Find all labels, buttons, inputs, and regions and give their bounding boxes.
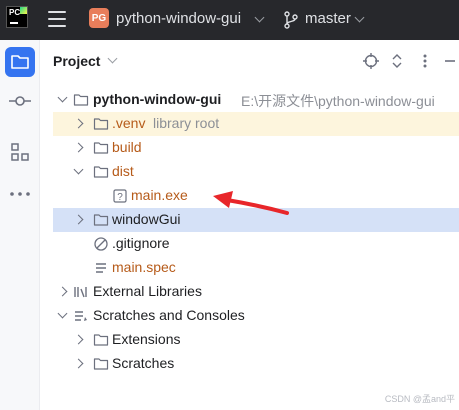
svg-text:?: ? xyxy=(117,192,123,203)
tree-item-external-libraries[interactable]: External Libraries xyxy=(53,280,459,304)
tree-item-scratches[interactable]: Scratches xyxy=(53,352,459,376)
red-arrow-annotation-icon xyxy=(213,191,289,215)
expand-arrow-icon[interactable] xyxy=(73,334,84,345)
tree-item-label: main.spec xyxy=(112,259,176,275)
folder-icon xyxy=(93,214,109,226)
folder-icon xyxy=(93,118,109,130)
more-icon[interactable] xyxy=(8,190,32,198)
project-tool-button[interactable] xyxy=(5,47,35,77)
tree-item-main-spec[interactable]: main.spec xyxy=(53,256,459,280)
tree-item-label: .gitignore xyxy=(112,235,170,251)
tree-item-venv[interactable]: .venv library root xyxy=(53,112,459,136)
hide-icon[interactable] xyxy=(442,53,458,69)
project-selector[interactable]: python-window-gui xyxy=(116,10,241,27)
expand-arrow-icon[interactable] xyxy=(73,118,84,129)
tree-item-label: windowGui xyxy=(112,211,181,227)
tree-item-label: External Libraries xyxy=(93,283,202,299)
tool-window-strip xyxy=(0,40,40,410)
folder-icon xyxy=(93,142,109,154)
tree-item-label: Scratches xyxy=(112,355,175,371)
expand-arrow-icon[interactable] xyxy=(73,358,84,369)
tree-item-extensions[interactable]: Extensions xyxy=(53,328,459,352)
tree-item-path: E:\开源文件\python-window-gui xyxy=(241,93,435,109)
folder-icon xyxy=(93,166,109,178)
tree-item-gitignore[interactable]: .gitignore xyxy=(53,232,459,256)
commit-icon[interactable] xyxy=(9,90,31,112)
folder-icon xyxy=(73,94,89,106)
title-bar: PC PG python-window-gui master xyxy=(0,0,459,40)
expand-arrow-icon[interactable] xyxy=(57,308,68,319)
branch-selector[interactable]: master xyxy=(305,10,351,27)
tree-item-label: Extensions xyxy=(112,331,181,347)
ignore-file-icon xyxy=(94,237,108,251)
chevron-down-icon[interactable] xyxy=(354,12,365,23)
project-view-title[interactable]: Project xyxy=(53,53,100,69)
git-branch-icon[interactable] xyxy=(283,11,299,29)
expand-arrow-icon[interactable] xyxy=(73,142,84,153)
tree-item-label: main.exe xyxy=(131,187,188,203)
scratches-icon xyxy=(75,311,87,321)
tree-item-label: python-window-gui xyxy=(93,91,222,107)
tree-item-label: build xyxy=(112,139,142,155)
tree-item-scratches-consoles[interactable]: Scratches and Consoles xyxy=(53,304,459,328)
project-badge[interactable]: PG xyxy=(89,8,109,28)
unknown-file-icon: ? xyxy=(113,189,127,203)
main-menu-icon[interactable] xyxy=(48,11,66,27)
chevron-down-icon[interactable] xyxy=(254,12,265,23)
chevron-down-icon[interactable] xyxy=(107,53,118,64)
locate-icon[interactable] xyxy=(363,53,379,69)
expand-collapse-icon[interactable] xyxy=(389,53,405,69)
library-icon xyxy=(74,287,87,298)
tree-item-label: .venv xyxy=(112,115,146,131)
tree-item-dist[interactable]: dist xyxy=(53,160,459,184)
expand-arrow-icon[interactable] xyxy=(73,164,84,175)
tree-item-label: dist xyxy=(112,163,134,179)
tree-item-label: Scratches and Consoles xyxy=(93,307,245,323)
options-icon[interactable] xyxy=(417,53,433,69)
expand-arrow-icon[interactable] xyxy=(57,92,68,103)
folder-icon xyxy=(11,55,29,69)
tree-item-build[interactable]: build xyxy=(53,136,459,160)
text-file-icon xyxy=(96,263,106,273)
folder-icon xyxy=(93,334,109,346)
structure-icon[interactable] xyxy=(10,142,30,162)
tree-item-hint: library root xyxy=(153,115,220,131)
expand-arrow-icon[interactable] xyxy=(57,286,68,297)
pycharm-logo-icon: PC xyxy=(6,6,28,28)
folder-icon xyxy=(93,358,109,370)
tree-item-root[interactable]: python-window-gui E:\开源文件\python-window-… xyxy=(53,88,459,112)
expand-arrow-icon[interactable] xyxy=(73,214,84,225)
watermark: CSDN @孟and平 xyxy=(384,394,455,404)
